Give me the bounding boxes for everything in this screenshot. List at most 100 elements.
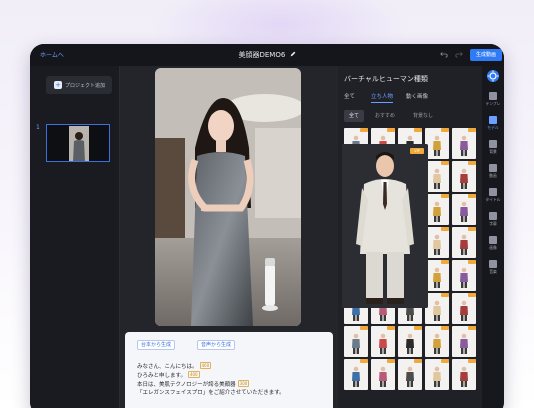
avatar-thumbnail[interactable] [425,260,449,291]
avatar-figure [379,366,387,387]
rail-item[interactable]: 動画 [482,164,504,179]
avatar-thumbnail[interactable] [344,326,368,357]
redo-icon[interactable] [455,50,463,58]
generate-from-script-chip[interactable]: 台本から生成 [137,340,176,350]
avatar-figure [352,366,360,387]
rail-item-label: モデル [487,125,499,130]
avatar-preview-man [342,144,428,308]
avatar-figure [406,333,414,354]
vip-badge [441,326,449,330]
vip-badge [387,326,395,330]
rail-item-icon [489,212,497,220]
vip-badge [414,326,422,330]
avatar-figure [460,201,468,222]
preview-scene[interactable] [155,68,301,326]
avatar-thumbnail[interactable] [425,359,449,390]
avatar-hover-preview[interactable]: VIP [342,144,428,308]
rail-item[interactable]: タイトル [482,188,504,203]
vip-badge [441,293,449,297]
vip-badge [441,227,449,231]
avatar-figure [433,135,441,156]
generate-from-voice-chip[interactable]: 音声から生成 [197,340,236,350]
tab-standing[interactable]: 立ち人物 [371,92,393,100]
vip-badge [468,359,476,363]
avatar-figure [460,234,468,255]
generate-video-button[interactable]: 生成動画 [470,49,502,61]
rail-item-icon [489,188,497,196]
avatar-thumbnail[interactable] [398,326,422,357]
tab-all[interactable]: 全て [344,92,355,100]
avatar-figure [460,168,468,189]
avatar-figure [406,366,414,387]
avatar-thumbnail[interactable] [344,359,368,390]
pause-tag[interactable]: 300 [237,380,250,387]
vip-badge [468,260,476,264]
avatar-thumbnail[interactable] [452,128,476,159]
vip-badge [468,194,476,198]
slides-panel: + プロジェクト追加 1 [30,66,120,408]
rail-item-label: 動画 [489,173,497,178]
rail-item[interactable]: テンプレ [482,92,504,107]
avatar-figure [460,333,468,354]
slide-thumbnail[interactable] [46,124,110,162]
avatar-thumbnail[interactable] [452,194,476,225]
rail-item-icon [489,92,497,100]
avatar-thumbnail[interactable] [452,359,476,390]
vip-badge: VIP [410,148,424,154]
undo-icon[interactable] [440,50,448,58]
avatar-panel: バーチャルヒューマン種類 全て 立ち人物 動く画像 全て おすすめ 背景なし V… [338,66,482,408]
avatar-thumbnail[interactable] [452,326,476,357]
script-panel: 台本から生成 音声から生成 みなさん、こんにちは。 400 ひろみと申します。 40… [125,332,333,408]
avatar-thumbnail[interactable] [425,128,449,159]
avatar-thumbnail[interactable] [452,227,476,258]
pause-tag[interactable]: 400 [199,362,212,369]
script-line: 「エレガンスフェイスプロ」をご紹介させていただきます。 [137,390,285,396]
avatar-thumbnail[interactable] [398,359,422,390]
avatar-thumbnail[interactable] [452,161,476,192]
vip-badge [441,359,449,363]
avatar-figure [460,135,468,156]
avatar-thumbnail[interactable] [425,194,449,225]
vip-badge [441,128,449,132]
vip-badge [441,194,449,198]
filter-all[interactable]: 全て [344,110,365,122]
avatar-thumbnail[interactable] [425,227,449,258]
pause-tag[interactable]: 400 [187,371,200,378]
rail-item[interactable]: モデル [482,116,504,131]
add-project-button[interactable]: + プロジェクト追加 [46,76,112,94]
pencil-icon[interactable] [290,51,296,57]
script-line: みなさん、こんにちは。 400 [137,362,212,370]
rail-item[interactable]: 画像 [482,236,504,251]
tab-moving[interactable]: 動く画像 [406,92,428,100]
avatar-thumbnail[interactable] [452,293,476,324]
filter-no-background[interactable]: 背景なし [408,110,438,122]
vip-badge [468,293,476,297]
document-title[interactable]: 美顔器DEMO6 [30,50,504,60]
add-project-label: プロジェクト追加 [65,82,106,89]
script-textarea[interactable]: みなさん、こんにちは。 400 ひろみと申します。 400 本日は、美肌テクノロジー… [137,362,327,397]
avatar-thumbnail[interactable] [371,359,395,390]
rail-item-icon [489,236,497,244]
tool-rail: テンプレモデル背景動画タイトル字幕画像音楽 [482,66,504,408]
vip-badge [414,359,422,363]
vip-badge [441,260,449,264]
avatar-figure [433,333,441,354]
rail-item[interactable]: 音楽 [482,260,504,275]
avatar-thumbnail[interactable] [452,260,476,291]
rail-item-icon [489,164,497,172]
rail-item[interactable]: 字幕 [482,212,504,227]
rail-item-label: 音楽 [489,269,497,274]
rail-item-label: タイトル [485,197,501,202]
avatar-thumbnail[interactable] [371,326,395,357]
avatar-preview-image [155,68,301,326]
rail-item-label: 画像 [489,245,497,250]
vip-badge [414,128,422,132]
avatar-thumbnail[interactable] [425,326,449,357]
filter-recommended[interactable]: おすすめ [370,110,400,122]
avatar-thumbnail[interactable] [425,293,449,324]
rail-item[interactable]: 背景 [482,140,504,155]
plus-icon: + [54,81,62,89]
avatar-thumbnail[interactable] [425,161,449,192]
settings-icon[interactable] [486,69,500,83]
rail-item-label: テンプレ [485,101,501,106]
